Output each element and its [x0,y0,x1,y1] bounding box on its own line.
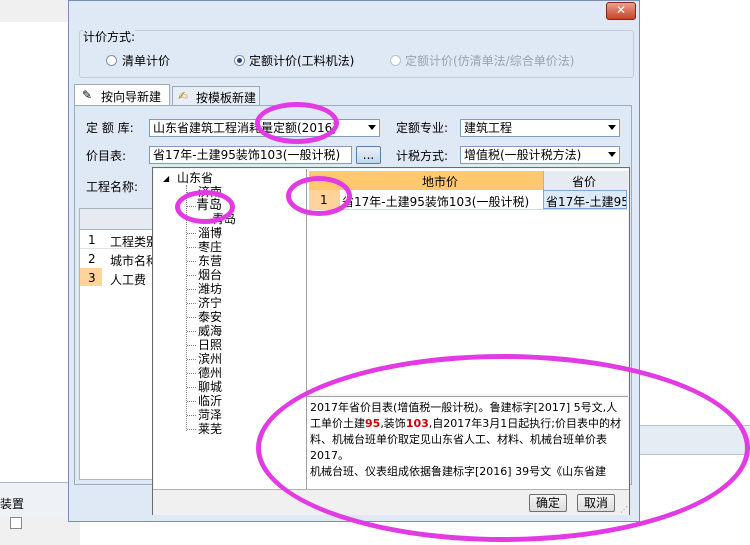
tree-item-4[interactable]: 枣庄 [198,240,222,254]
tree-item-1[interactable]: 青岛 [196,199,222,213]
close-icon: ✕ [615,3,627,17]
background-right-strip [640,425,750,455]
radio-quota-pricing-label[interactable]: 定额计价(工料机法) [249,52,354,69]
radio-quota-composite[interactable] [390,55,401,66]
tree-lines [186,185,188,431]
left-bottom-label: 装置 [0,497,25,511]
tree-connector [187,373,196,375]
description-part-4: 机械台班、仪表组成依据鲁建标字[2016] 39号文《山东省建 [310,465,607,478]
tree-connector [187,415,196,417]
price-list-value: 省17年-土建95装饰103(一般计税) [153,148,341,162]
cancel-button[interactable]: 取消 [577,494,615,512]
tax-method-label: 计税方式: [396,149,449,163]
tree-connector [187,192,196,194]
tree-connector [187,359,196,361]
template-icon: ✍ [178,89,189,103]
quota-major-value: 建筑工程 [464,121,513,135]
quota-major-label: 定额专业: [396,121,449,135]
tree-connector [187,275,196,277]
tree-item-2[interactable]: 青岛 [212,212,236,226]
tree-connector [187,219,196,221]
description-part-2: ,装饰 [380,417,406,430]
tree-connector [187,303,196,305]
chevron-down-icon [608,125,616,130]
tree-connector [187,261,196,263]
description-text: 2017年省价目表(增值税一般计税)。鲁建标字[2017] 5号文,人工单价土建… [310,400,624,480]
quota-lib-select[interactable]: 山东省建筑工程消耗量定额(2016) [149,119,380,137]
tree-connector [187,247,196,249]
bg-row-1-name: 工程类别 [110,235,159,249]
price-list-field[interactable]: 省17年-土建95装饰103(一般计税) [149,146,352,164]
tax-method-select[interactable]: 增值税(一般计税方法) [460,146,620,164]
tab-wizard-label: 按向导新建 [101,90,162,104]
tree-item-11[interactable]: 日照 [198,338,222,352]
price-row-1-province: 省17年-土建95 [546,195,626,209]
tree-item-9[interactable]: 泰安 [198,310,222,324]
tree-connector [187,429,196,431]
background-checkbox [10,517,22,529]
wizard-icon: ✎ [82,88,93,102]
tree-root[interactable]: 山东省 [177,171,213,185]
resize-grip-icon[interactable]: ⋰ [620,505,628,514]
radio-list-pricing[interactable] [106,55,117,66]
tree-item-12[interactable]: 滨州 [198,352,222,366]
quota-lib-value: 山东省建筑工程消耗量定额(2016) [153,121,337,135]
chevron-down-icon [368,125,376,130]
price-row-1-num: 1 [320,193,328,207]
header-city-price: 地市价 [422,175,459,189]
bg-row-2-num: 2 [88,252,96,266]
quota-major-select[interactable]: 建筑工程 [460,119,620,137]
description-num-1: 95 [365,417,381,430]
tree-item-8[interactable]: 济宁 [198,296,222,310]
price-list-browse-button[interactable]: ... [356,146,381,164]
tree-item-14[interactable]: 聊城 [198,380,222,394]
tab-template-label: 按模板新建 [196,91,257,105]
tree-item-5[interactable]: 东营 [198,254,222,268]
tree-connector [187,387,196,389]
tree-item-7[interactable]: 潍坊 [198,282,222,296]
background-panel [0,22,69,482]
tree-item-3[interactable]: 淄博 [198,226,222,240]
bg-row-3-name: 人工费 [110,273,147,287]
tab-wizard[interactable]: ✎ 按向导新建 [74,84,170,106]
tree-item-13[interactable]: 德州 [198,366,222,380]
bg-row-1-num: 1 [88,233,96,247]
tree-connector [187,233,196,235]
price-list-label: 价目表: [86,149,127,163]
tab-template[interactable]: ✍ 按模板新建 [172,86,260,106]
tree-connector [187,345,196,347]
tree-expand-icon[interactable]: ◢ [163,172,169,186]
bg-row-3-num: 3 [88,271,96,285]
tree-connector [187,401,196,403]
chevron-down-icon [608,152,616,157]
tree-connector [187,317,196,319]
bg-row-2-name: 城市名称 [110,254,159,268]
close-button[interactable]: ✕ [606,2,636,20]
tree-item-6[interactable]: 烟台 [198,268,222,282]
header-province-price: 省价 [572,175,597,189]
bg-table-header [80,209,159,230]
tax-method-value: 增值税(一般计税方法) [464,148,582,162]
radio-list-pricing-label[interactable]: 清单计价 [122,52,170,69]
tree-item-10[interactable]: 威海 [198,324,222,338]
radio-quota-pricing[interactable] [234,55,245,66]
tree-connector [187,289,196,291]
tree-connector [187,206,196,208]
tree-item-15[interactable]: 临沂 [198,394,222,408]
description-num-2: 103 [405,417,429,430]
radio-quota-composite-label[interactable]: 定额计价(仿清单法/综合单价法) [405,52,574,69]
ok-button[interactable]: 确定 [529,494,567,512]
pricing-method-title: 计价方式: [83,28,136,45]
tree-item-17[interactable]: 莱芜 [198,422,222,436]
project-name-label: 工程名称: [86,180,139,194]
tree-item-0[interactable]: 济南 [198,185,222,199]
tree-item-16[interactable]: 菏泽 [198,408,222,422]
tree-connector [187,331,196,333]
quota-lib-label: 定 额 库: [86,121,134,135]
price-row-1-city: 省17年-土建95装饰103(一般计税) [342,195,530,209]
